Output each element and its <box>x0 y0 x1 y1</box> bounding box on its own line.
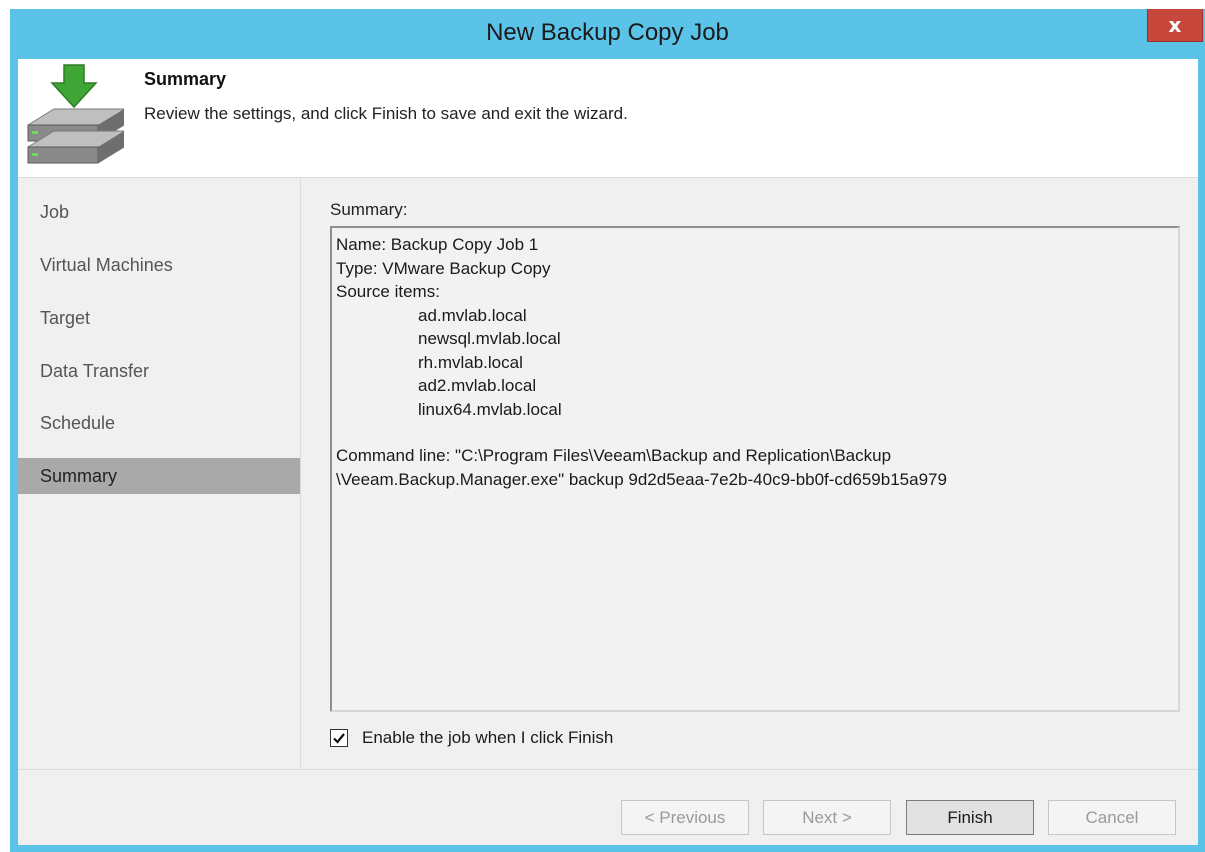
sidebar-item-target[interactable]: Target <box>18 300 300 336</box>
wizard-steps-sidebar: Job Virtual Machines Target Data Transfe… <box>18 178 301 769</box>
summary-textbox[interactable]: Name: Backup Copy Job 1 Type: VMware Bac… <box>330 226 1180 712</box>
page-title: Summary <box>144 69 227 89</box>
summary-type: Type: VMware Backup Copy <box>336 258 551 278</box>
wizard-window: New Backup Copy Job x Summary Review the… <box>10 9 1205 852</box>
sidebar-item-schedule[interactable]: Schedule <box>18 405 300 441</box>
previous-button[interactable]: < Previous <box>621 800 749 835</box>
window-title: New Backup Copy Job <box>486 19 729 46</box>
sidebar-item-virtual-machines[interactable]: Virtual Machines <box>18 247 300 283</box>
summary-command-line-1: Command line: "C:\Program Files\Veeam\Ba… <box>336 446 892 465</box>
checkmark-icon <box>333 733 345 744</box>
backup-server-icon <box>24 63 125 171</box>
close-button[interactable]: x <box>1147 9 1203 42</box>
wizard-footer: < Previous Next > Finish Cancel <box>18 769 1198 845</box>
title-bar[interactable]: New Backup Copy Job x <box>10 9 1205 59</box>
source-item: ad2.mvlab.local <box>418 376 537 395</box>
summary-panel: Summary: Name: Backup Copy Job 1 Type: V… <box>301 178 1198 769</box>
summary-command-line-2: \Veeam.Backup.Manager.exe" backup 9d2d5e… <box>336 469 947 489</box>
enable-job-checkbox[interactable] <box>330 729 348 747</box>
cancel-button[interactable]: Cancel <box>1048 800 1176 835</box>
source-item: newsql.mvlab.local <box>418 329 561 348</box>
next-button[interactable]: Next > <box>763 800 891 835</box>
page-subtitle: Review the settings, and click Finish to… <box>144 104 628 123</box>
source-item: ad.mvlab.local <box>418 305 527 325</box>
summary-source-label: Source items: <box>336 282 440 301</box>
sidebar-item-job[interactable]: Job <box>18 194 300 230</box>
sidebar-item-data-transfer[interactable]: Data Transfer <box>18 353 300 389</box>
source-item: linux64.mvlab.local <box>418 399 562 419</box>
enable-job-label[interactable]: Enable the job when I click Finish <box>362 728 613 748</box>
sidebar-item-summary[interactable]: Summary <box>18 458 300 494</box>
finish-button[interactable]: Finish <box>906 800 1034 835</box>
source-item: rh.mvlab.local <box>418 352 523 372</box>
summary-label: Summary: <box>330 200 408 219</box>
wizard-client-area: Summary Review the settings, and click F… <box>18 59 1198 845</box>
wizard-header: Summary Review the settings, and click F… <box>18 59 1198 178</box>
summary-name: Name: Backup Copy Job 1 <box>336 235 539 254</box>
